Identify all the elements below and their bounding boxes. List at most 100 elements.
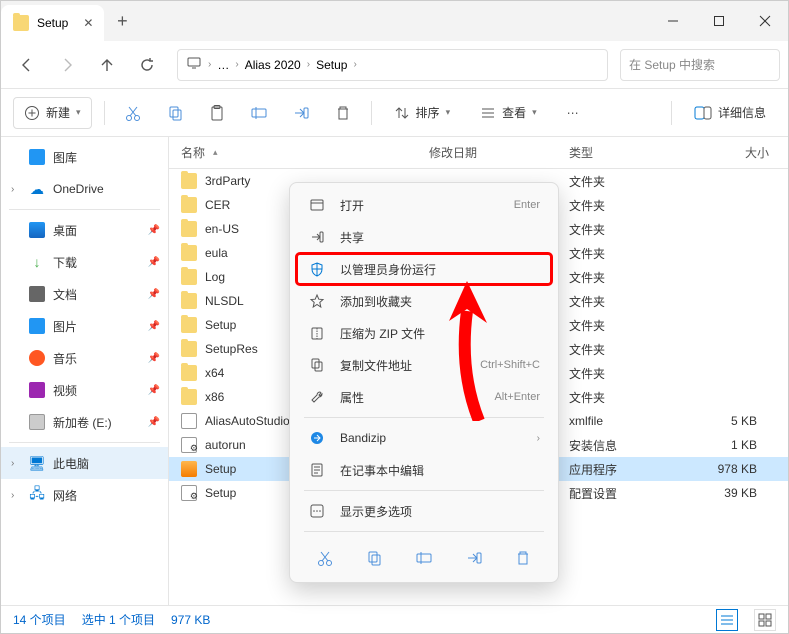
file-type: 文件夹: [569, 197, 689, 214]
context-label: 压缩为 ZIP 文件: [340, 325, 425, 342]
refresh-button[interactable]: [129, 47, 165, 83]
context-item-more[interactable]: 显示更多选项: [296, 495, 552, 527]
breadcrumb-item-0[interactable]: Alias 2020: [245, 58, 301, 72]
cloud-icon: ☁: [29, 181, 45, 197]
context-item-share[interactable]: 共享: [296, 221, 552, 253]
status-selection: 选中 1 个项目: [82, 611, 155, 628]
context-label: 以管理员身份运行: [340, 261, 436, 278]
details-button[interactable]: 详细信息: [684, 97, 776, 129]
sidebar-item-net[interactable]: ›🖧网络: [1, 479, 168, 511]
context-menu: 打开Enter共享以管理员身份运行添加到收藏夹压缩为 ZIP 文件复制文件地址 C…: [289, 182, 559, 583]
sidebar-item-download[interactable]: ↓下载📌: [1, 246, 168, 278]
star-icon: [308, 292, 326, 310]
pin-icon: 📌: [148, 225, 160, 236]
sidebar-item-music[interactable]: 音乐📌: [1, 342, 168, 374]
file-name: eula: [205, 246, 228, 260]
sort-button[interactable]: 排序 ▾: [384, 97, 461, 129]
search-input[interactable]: 在 Setup 中搜索: [620, 49, 780, 81]
chevron-right-icon: ›: [307, 59, 310, 70]
thumbnails-view-button[interactable]: [754, 609, 776, 631]
minimize-button[interactable]: [650, 1, 696, 41]
doc-icon: [29, 286, 45, 302]
desktop-icon: [29, 222, 45, 238]
context-item-notepad[interactable]: 在记事本中编辑: [296, 454, 552, 486]
shortcut-text: Ctrl+Shift+C: [480, 359, 540, 371]
sidebar-item-drive[interactable]: 新加卷 (E:)📌: [1, 406, 168, 438]
up-button[interactable]: [89, 47, 125, 83]
sidebar-item-video[interactable]: 视频📌: [1, 374, 168, 406]
sidebar-item-doc[interactable]: 文档📌: [1, 278, 168, 310]
close-button[interactable]: [742, 1, 788, 41]
tab-close-button[interactable]: ✕: [80, 15, 96, 31]
chevron-right-icon: ›: [11, 458, 14, 469]
context-label: 添加到收藏夹: [340, 293, 412, 310]
sidebar-item-desktop[interactable]: 桌面📌: [1, 214, 168, 246]
context-item-bandizip[interactable]: Bandizip›: [296, 422, 552, 454]
cfg-icon: [181, 485, 197, 501]
view-button[interactable]: 查看 ▾: [470, 97, 547, 129]
new-button[interactable]: 新建 ▾: [13, 97, 92, 129]
header-date[interactable]: 修改日期: [429, 144, 569, 161]
sidebar-item-pc[interactable]: ›🖥此电脑: [1, 447, 168, 479]
file-name: SetupRes: [205, 342, 258, 356]
quick-delete-button[interactable]: [507, 542, 539, 574]
maximize-button[interactable]: [696, 1, 742, 41]
file-name: Setup: [205, 486, 236, 500]
breadcrumb-item-1[interactable]: Setup: [316, 58, 347, 72]
context-item-props[interactable]: 属性Alt+Enter: [296, 381, 552, 413]
pin-icon: 📌: [148, 417, 160, 428]
sidebar-label: OneDrive: [53, 182, 104, 196]
sidebar-label: 图库: [53, 149, 77, 166]
context-item-copypath[interactable]: 复制文件地址 Ctrl+Shift+C: [296, 349, 552, 381]
file-type: 文件夹: [569, 341, 689, 358]
quick-share-button[interactable]: [458, 542, 490, 574]
header-size[interactable]: 大小: [689, 144, 769, 161]
sidebar-label: 下载: [53, 254, 77, 271]
cut-button[interactable]: [117, 97, 149, 129]
file-type: 安装信息: [569, 437, 689, 454]
header-type[interactable]: 类型: [569, 144, 689, 161]
shortcut-text: Alt+Enter: [494, 391, 540, 403]
delete-button[interactable]: [327, 97, 359, 129]
back-button[interactable]: [9, 47, 45, 83]
context-item-open[interactable]: 打开Enter: [296, 189, 552, 221]
new-tab-button[interactable]: +: [104, 1, 140, 41]
sidebar-label: 文档: [53, 286, 77, 303]
search-placeholder: 在 Setup 中搜索: [629, 56, 715, 73]
navbar: › … › Alias 2020 › Setup › 在 Setup 中搜索: [1, 41, 788, 89]
context-item-star[interactable]: 添加到收藏夹: [296, 285, 552, 317]
chevron-right-icon: ›: [353, 59, 356, 70]
pin-icon: 📌: [148, 385, 160, 396]
quick-cut-button[interactable]: [309, 542, 341, 574]
tab-active[interactable]: Setup ✕: [1, 5, 104, 41]
context-label: 复制文件地址: [340, 357, 412, 374]
forward-button[interactable]: [49, 47, 85, 83]
copy-button[interactable]: [159, 97, 191, 129]
header-name[interactable]: 名称▴: [181, 144, 429, 161]
sidebar-item-cloud[interactable]: ›☁OneDrive: [1, 173, 168, 205]
shortcut-text: Enter: [514, 199, 540, 211]
breadcrumb[interactable]: › … › Alias 2020 › Setup ›: [177, 49, 608, 81]
pic-icon: [29, 318, 45, 334]
sidebar-item-gallery[interactable]: 图库: [1, 141, 168, 173]
file-name: en-US: [205, 222, 239, 236]
file-type: 文件夹: [569, 365, 689, 382]
folder-icon: [181, 341, 197, 357]
breadcrumb-ellipsis[interactable]: …: [217, 58, 229, 72]
chevron-right-icon: ›: [208, 59, 211, 70]
quick-rename-button[interactable]: [408, 542, 440, 574]
details-view-button[interactable]: [716, 609, 738, 631]
music-icon: [29, 350, 45, 366]
context-item-zip[interactable]: 压缩为 ZIP 文件: [296, 317, 552, 349]
statusbar: 14 个项目 选中 1 个项目 977 KB: [1, 605, 788, 633]
file-name: NLSDL: [205, 294, 244, 308]
rename-button[interactable]: [243, 97, 275, 129]
file-type: xmlfile: [569, 414, 689, 428]
context-label: 在记事本中编辑: [340, 462, 424, 479]
context-item-shield[interactable]: 以管理员身份运行: [296, 253, 552, 285]
more-button[interactable]: ⋯: [557, 97, 589, 129]
quick-copy-button[interactable]: [358, 542, 390, 574]
paste-button[interactable]: [201, 97, 233, 129]
sidebar-item-pic[interactable]: 图片📌: [1, 310, 168, 342]
share-button[interactable]: [285, 97, 317, 129]
